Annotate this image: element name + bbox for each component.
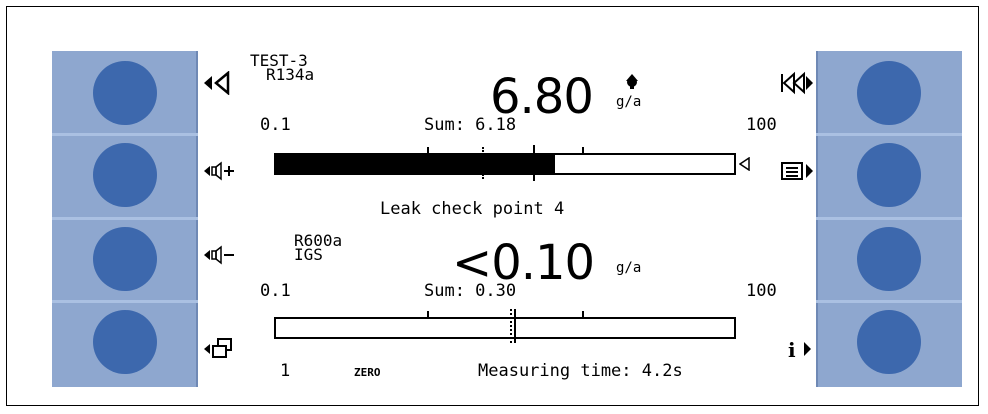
leak-bar	[274, 153, 736, 175]
gas-name: R134a	[266, 65, 315, 84]
mode-label: IGS	[294, 245, 323, 264]
softkey-left-2[interactable]	[93, 143, 157, 207]
softkey-right-3[interactable]	[857, 227, 921, 291]
status-message: Leak check point 4	[380, 199, 565, 219]
bar-threshold-marker	[514, 309, 517, 343]
divider	[52, 217, 198, 220]
menu-icon[interactable]	[780, 159, 814, 183]
info-icon[interactable]: i	[784, 337, 814, 361]
softkey-left-4[interactable]	[93, 310, 157, 374]
measuring-time: Measuring time: 4.2s	[478, 361, 683, 381]
softkey-right-1[interactable]	[857, 61, 921, 125]
right-softkey-column	[816, 51, 962, 387]
svg-text:i: i	[788, 338, 796, 361]
softkey-right-4[interactable]	[857, 310, 921, 374]
softkey-left-3[interactable]	[93, 227, 157, 291]
softkey-right-2[interactable]	[857, 143, 921, 207]
divider	[816, 217, 962, 220]
scale-max: 100	[746, 115, 777, 135]
sum-value: Sum: 6.18	[424, 115, 517, 135]
divider	[52, 133, 198, 136]
left-softkey-column	[52, 51, 198, 387]
device-panel: i TEST-3 R134a 6.80 g/a 0.1 Sum: 6.18 10…	[52, 51, 962, 387]
leak-rate-unit: g/a	[616, 94, 642, 110]
divider	[816, 300, 962, 303]
leak-rate-value: 6.80	[490, 69, 594, 125]
bar-tick	[427, 311, 429, 317]
volume-up-icon[interactable]	[204, 159, 238, 183]
rewind-icon[interactable]	[780, 71, 814, 95]
scale-min: 0.1	[260, 115, 291, 135]
bar-sum-marker	[509, 309, 512, 343]
bar-end-arrow-icon	[739, 157, 750, 171]
window-icon[interactable]	[204, 337, 238, 361]
footer-value: 1	[280, 361, 291, 381]
bar-tick	[582, 147, 584, 153]
zero-label: ZERO	[354, 366, 381, 379]
divider	[816, 133, 962, 136]
leak-indicator-icon	[626, 74, 638, 89]
back-arrow-icon[interactable]	[204, 71, 238, 95]
divider	[52, 300, 198, 303]
leak-rate-unit: g/a	[616, 260, 642, 276]
leak-rate-value: <0.10	[452, 235, 595, 291]
softkey-left-1[interactable]	[93, 61, 157, 125]
bar-tick	[427, 147, 429, 153]
scale-max: 100	[746, 281, 777, 301]
leak-bar	[274, 317, 736, 339]
volume-down-icon[interactable]	[204, 243, 238, 267]
outer-frame: i TEST-3 R134a 6.80 g/a 0.1 Sum: 6.18 10…	[6, 6, 979, 406]
bar-tick	[582, 311, 584, 317]
lcd-display: i TEST-3 R134a 6.80 g/a 0.1 Sum: 6.18 10…	[198, 51, 816, 387]
scale-min: 0.1	[260, 281, 291, 301]
sum-value: Sum: 0.30	[424, 281, 517, 301]
leak-bar-fill	[276, 155, 556, 173]
bar-threshold-marker	[532, 145, 535, 181]
bar-sum-marker	[481, 147, 484, 179]
